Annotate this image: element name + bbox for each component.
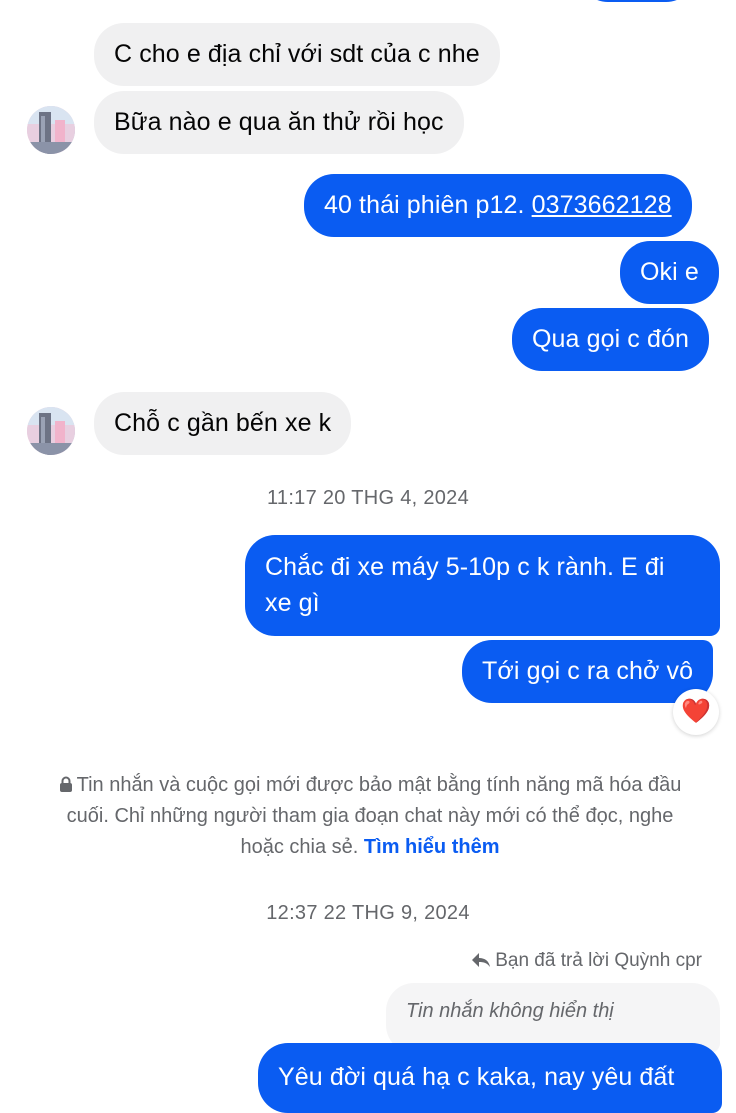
reply-header: Bạn đã trả lời Quỳnh cpr [471, 950, 702, 972]
notice-line: Tin nhắn và cuộc gọi mới được bảo mật bằ… [40, 770, 700, 801]
phone-number-link[interactable]: 0373662128 [532, 191, 672, 219]
message-bubble-outgoing[interactable]: Qua gọi c đón [512, 308, 709, 371]
notice-line: hoặc chia sẻ. Tìm hiểu thêm [240, 836, 500, 858]
message-bubble-outgoing[interactable]: Chắc đi xe máy 5-10p c k rành. E đi xe g… [245, 535, 720, 636]
message-text: 40 thái phiên p12. [324, 191, 532, 219]
message-text: Qua gọi c đón [532, 325, 689, 353]
learn-more-link[interactable]: Tìm hiểu thêm [364, 836, 500, 858]
message-bubble-outgoing-partial[interactable] [578, 0, 696, 2]
message-text: Oki e [640, 258, 699, 286]
lock-icon [59, 776, 72, 792]
notice-line: cuối. Chỉ những người tham gia đoạn chat… [66, 805, 674, 827]
message-text: Chỗ c gần bến xe k [114, 409, 332, 437]
message-text: Yêu đời quá hạ c kaka, nay yêu đất [278, 1063, 675, 1091]
message-bubble-outgoing[interactable]: Yêu đời quá hạ c kaka, nay yêu đất [258, 1043, 722, 1113]
message-text: Bữa nào e qua ăn thử rồi học [114, 108, 444, 136]
heart-reaction[interactable]: ❤️ [673, 689, 719, 735]
reply-arrow-icon [472, 953, 491, 967]
quoted-text: Tin nhắn không hiển thị [406, 1000, 614, 1022]
avatar-image [27, 106, 75, 154]
message-text-line: xe gì [265, 589, 320, 617]
message-bubble-outgoing[interactable]: Oki e [620, 241, 719, 304]
timestamp: 12:37 22 THG 9, 2024 [266, 902, 470, 924]
message-text: C cho e địa chỉ với sdt của c nhe [114, 40, 480, 68]
heart-icon: ❤️ [681, 698, 711, 725]
message-bubble-incoming[interactable]: C cho e địa chỉ với sdt của c nhe [94, 23, 500, 86]
contact-avatar[interactable] [27, 407, 75, 455]
message-text: Tới gọi c ra chở vô [482, 657, 694, 685]
message-bubble-incoming[interactable]: Bữa nào e qua ăn thử rồi học [94, 91, 464, 154]
message-bubble-incoming[interactable]: Chỗ c gần bến xe k [94, 392, 352, 455]
message-bubble-outgoing[interactable]: 40 thái phiên p12. 0373662128 [304, 174, 692, 237]
contact-avatar[interactable] [27, 106, 75, 154]
avatar-image [27, 407, 75, 455]
message-bubble-outgoing[interactable]: Tới gọi c ra chở vô [462, 640, 714, 703]
encryption-notice: Tin nhắn và cuộc gọi mới được bảo mật bằ… [40, 770, 700, 863]
timestamp: 11:17 20 THG 4, 2024 [266, 487, 470, 509]
message-text-line: Chắc đi xe máy 5-10p c k rành. E đi [265, 553, 665, 581]
